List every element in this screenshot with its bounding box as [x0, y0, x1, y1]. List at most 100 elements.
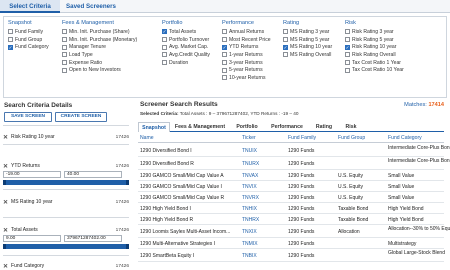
range-slider[interactable] — [3, 180, 129, 185]
table-row[interactable]: 1290 High Yield Bond I TNHIX 1290 Funds Tax… — [138, 203, 444, 214]
checkbox-icon[interactable] — [283, 52, 288, 58]
criteria-checkbox-row[interactable]: Tax Cost Ratio 10 Year — [345, 66, 404, 74]
checkbox-icon[interactable] — [345, 67, 350, 73]
criteria-checkbox-row[interactable]: ✓ MS Rating 10 year — [283, 43, 332, 51]
criteria-checkbox-row[interactable]: MS Rating 5 year — [283, 36, 332, 44]
column-header-name[interactable]: Name — [140, 135, 154, 141]
criteria-checkbox-row[interactable]: Portfolio Turnover — [162, 36, 210, 44]
ticker-link[interactable]: TNUIX — [242, 148, 257, 154]
ticker-link[interactable]: TNVRX — [242, 195, 259, 201]
checkbox-checked-icon[interactable]: ✓ — [345, 44, 350, 50]
remove-icon[interactable]: ✕ — [3, 263, 8, 270]
tab-fees-management[interactable]: Fees & Management — [172, 122, 228, 132]
criteria-checkbox-row[interactable]: Min. Init. Purchase (Share) — [62, 28, 137, 36]
remove-icon[interactable]: ✕ — [3, 227, 8, 234]
table-row[interactable]: 1290 Diversified Bond R TNURX 1290 Funds In… — [138, 157, 450, 170]
ticker-link[interactable]: TNMIX — [242, 241, 258, 247]
range-slider[interactable] — [3, 244, 129, 249]
criteria-checkbox-row[interactable]: Fund Family — [8, 28, 49, 36]
criteria-checkbox-row[interactable]: MS Rating 3 year — [283, 28, 332, 36]
checkbox-icon[interactable] — [345, 52, 350, 58]
criteria-checkbox-row[interactable]: 10-year Returns — [222, 74, 271, 82]
checkbox-icon[interactable] — [62, 37, 67, 43]
ticker-link[interactable]: TNBIX — [242, 253, 257, 259]
table-row[interactable]: 1290 GAMCO Small/Mid Cap Value I TNVIX 129… — [138, 181, 444, 192]
tab-snapshot[interactable]: Snapshot — [138, 122, 170, 132]
range-max-input[interactable]: 379671287402.00 — [64, 235, 122, 242]
checkbox-checked-icon[interactable]: ✓ — [222, 44, 227, 50]
checkbox-checked-icon[interactable]: ✓ — [283, 44, 288, 50]
criteria-checkbox-row[interactable]: Expense Ratio — [62, 59, 137, 67]
table-row[interactable]: 1290 Multi-Alternative Strategies I TNMIX… — [138, 238, 444, 249]
ticker-link[interactable]: TNURX — [242, 161, 259, 167]
criteria-checkbox-row[interactable]: Risk Rating 3 year — [345, 28, 404, 36]
tab-rating[interactable]: Rating — [310, 122, 338, 132]
criteria-checkbox-row[interactable]: 5-year Returns — [222, 66, 271, 74]
criteria-checkbox-row[interactable]: ✓ Risk Rating 10 year — [345, 43, 404, 51]
checkbox-icon[interactable] — [62, 44, 67, 50]
range-min-input[interactable]: 9.00 — [3, 235, 61, 242]
ticker-link[interactable]: TNVAX — [242, 173, 258, 179]
criteria-checkbox-row[interactable]: Annual Returns — [222, 28, 271, 36]
criteria-checkbox-row[interactable]: Avg. Market Cap. — [162, 43, 210, 51]
checkbox-icon[interactable] — [345, 37, 350, 43]
checkbox-icon[interactable] — [162, 60, 167, 66]
checkbox-icon[interactable] — [222, 52, 227, 58]
checkbox-icon[interactable] — [162, 44, 167, 50]
checkbox-icon[interactable] — [162, 52, 167, 58]
save-screen-button[interactable]: SAVE SCREEN — [4, 112, 52, 122]
checkbox-icon[interactable] — [222, 37, 227, 43]
checkbox-icon[interactable] — [345, 29, 350, 35]
criteria-checkbox-row[interactable]: Fund Group — [8, 36, 49, 44]
ticker-link[interactable]: TNXIX — [242, 229, 257, 235]
checkbox-icon[interactable] — [62, 67, 67, 73]
criteria-checkbox-row[interactable]: Risk Rating Overall — [345, 51, 404, 59]
checkbox-icon[interactable] — [222, 67, 227, 73]
checkbox-icon[interactable] — [162, 37, 167, 43]
criteria-checkbox-row[interactable]: ✓ Total Assets — [162, 28, 210, 36]
checkbox-icon[interactable] — [345, 60, 350, 66]
remove-icon[interactable]: ✕ — [3, 134, 8, 141]
remove-icon[interactable]: ✕ — [3, 199, 8, 206]
criteria-checkbox-row[interactable]: 1-year Returns — [222, 51, 271, 59]
remove-icon[interactable]: ✕ — [3, 163, 8, 170]
criteria-checkbox-row[interactable]: MS Rating Overall — [283, 51, 332, 59]
criteria-checkbox-row[interactable]: Risk Rating 5 year — [345, 36, 404, 44]
range-max-input[interactable]: 40.00 — [64, 171, 122, 178]
criteria-checkbox-row[interactable]: 3-year Returns — [222, 59, 271, 67]
column-header-fund-category[interactable]: Fund Category — [388, 135, 422, 141]
criteria-checkbox-row[interactable]: Manager Tenure — [62, 43, 137, 51]
checkbox-icon[interactable] — [222, 29, 227, 35]
column-header-fund-family[interactable]: Fund Family — [288, 135, 316, 141]
tab-risk[interactable]: Risk — [340, 122, 362, 132]
checkbox-checked-icon[interactable]: ✓ — [8, 44, 13, 50]
checkbox-icon[interactable] — [8, 29, 13, 35]
range-min-input[interactable]: -19.00 — [3, 171, 61, 178]
criteria-checkbox-row[interactable]: Min. Init. Purchase (Monetary) — [62, 36, 137, 44]
criteria-checkbox-row[interactable]: Load Type — [62, 51, 137, 59]
column-header-ticker[interactable]: Ticker — [242, 135, 256, 141]
table-row[interactable]: 1290 High Yield Bond R TNHRX 1290 Funds Tax… — [138, 214, 444, 225]
checkbox-checked-icon[interactable]: ✓ — [162, 29, 167, 35]
criteria-checkbox-row[interactable]: Open to New Investors — [62, 66, 137, 74]
ticker-link[interactable]: TNHRX — [242, 217, 259, 223]
checkbox-icon[interactable] — [62, 60, 67, 66]
checkbox-icon[interactable] — [283, 37, 288, 43]
ticker-link[interactable]: TNHIX — [242, 206, 257, 212]
table-row[interactable]: 1290 Loomis Sayles Multi-Asset Incom... T… — [138, 225, 450, 238]
criteria-checkbox-row[interactable]: Avg.Credit Quality — [162, 51, 210, 59]
criteria-checkbox-row[interactable]: Most Recent Price — [222, 36, 271, 44]
criteria-checkbox-row[interactable]: Tax Cost Ratio 1 Year — [345, 59, 404, 67]
tab-select-criteria[interactable]: Select Criteria — [0, 0, 60, 13]
table-row[interactable]: 1290 GAMCO Small/Mid Cap Value R TNVRX 129… — [138, 192, 444, 203]
tab-saved-screeners[interactable]: Saved Screeners — [60, 0, 122, 13]
criteria-checkbox-row[interactable]: Duration — [162, 59, 210, 67]
column-header-fund-group[interactable]: Fund Group — [338, 135, 365, 141]
tab-portfolio[interactable]: Portfolio — [230, 122, 264, 132]
create-screen-button[interactable]: CREATE SCREEN — [55, 112, 107, 122]
table-row[interactable]: 1290 Diversified Bond I TNUIX 1290 Funds In… — [138, 144, 450, 157]
checkbox-icon[interactable] — [222, 75, 227, 81]
checkbox-icon[interactable] — [222, 60, 227, 66]
criteria-checkbox-row[interactable]: ✓ Fund Category — [8, 43, 49, 51]
table-row[interactable]: 1290 GAMCO Small/Mid Cap Value A TNVAX 129… — [138, 170, 444, 181]
